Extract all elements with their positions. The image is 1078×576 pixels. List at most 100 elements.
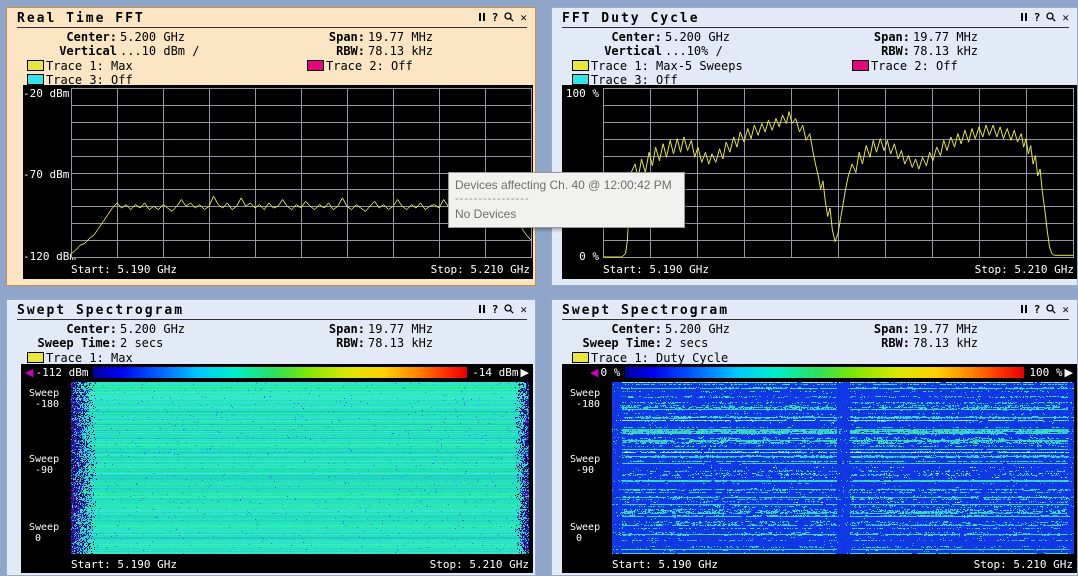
spectrogram-area: ◀ -112 dBm -14 dBm ▶ Sweep-180 Sweep-90 …: [21, 364, 533, 573]
y-axis-label-bottom: 0 %: [562, 250, 599, 263]
vertical-value: ...10 dBm /: [120, 44, 199, 58]
trace1-swatch[interactable]: [572, 352, 589, 363]
spectrogram-duty-canvas[interactable]: [612, 382, 1074, 554]
panel-titlebar[interactable]: Swept Spectrogram ? ✕: [562, 301, 1069, 320]
sweep-time-label: Sweep Time:: [15, 336, 117, 350]
trace2-swatch[interactable]: [852, 60, 869, 71]
sweep-label-top: Sweep-180: [29, 388, 59, 410]
center-label: Center:: [15, 30, 117, 44]
pause-button[interactable]: [1020, 305, 1028, 315]
span-value: 19.77 MHz: [913, 322, 978, 336]
rbw-value: 78.13 kHz: [913, 44, 978, 58]
vertical-label: Vertical: [15, 44, 117, 58]
spectrogram-power-canvas[interactable]: [71, 382, 529, 554]
zoom-icon[interactable]: [504, 304, 514, 316]
panel-title: Real Time FFT: [17, 11, 145, 26]
pause-button[interactable]: [478, 305, 486, 315]
sweep-label-middle: Sweep-90: [570, 454, 600, 476]
pause-button[interactable]: [478, 13, 486, 23]
help-button[interactable]: ?: [492, 305, 499, 315]
tooltip: Devices affecting Ch. 40 @ 12:00:42 PM -…: [448, 172, 685, 228]
x-axis-start-label: Start: 5.190 GHz: [603, 263, 709, 276]
x-axis-start-label: Start: 5.190 GHz: [71, 558, 177, 571]
help-button[interactable]: ?: [492, 13, 499, 23]
y-axis-label-top: 100 %: [562, 87, 599, 100]
panel-titlebar[interactable]: Swept Spectrogram ? ✕: [17, 301, 527, 320]
center-value: 5.200 GHz: [665, 30, 730, 44]
panel-real-time-fft: Real Time FFT ? ✕ Center: 5.200 GHz Span…: [6, 7, 536, 286]
rbw-label: RBW:: [265, 336, 365, 350]
zoom-icon[interactable]: [1046, 304, 1056, 316]
colorbar-max-label: -14 dBm: [472, 366, 518, 379]
colorbar-gradient: [93, 367, 467, 378]
vertical-value: ...10% /: [665, 44, 723, 58]
colorbar-min-handle-icon[interactable]: ◀: [25, 367, 33, 378]
span-label: Span:: [265, 322, 365, 336]
pause-button[interactable]: [1020, 13, 1028, 23]
trace3-swatch[interactable]: [27, 74, 44, 85]
rbw-value: 78.13 kHz: [368, 336, 433, 350]
colorbar-min-label: -112 dBm: [35, 366, 88, 379]
close-button[interactable]: ✕: [1062, 305, 1069, 315]
panel-titlebar[interactable]: Real Time FFT ? ✕: [17, 9, 527, 28]
trace1-swatch[interactable]: [27, 352, 44, 363]
panel-title: FFT Duty Cycle: [562, 11, 700, 26]
colorbar-min-handle-icon[interactable]: ◀: [590, 367, 598, 378]
zoom-icon[interactable]: [1046, 12, 1056, 24]
panel-title: Swept Spectrogram: [562, 303, 729, 318]
span-label: Span:: [810, 322, 910, 336]
close-button[interactable]: ✕: [520, 13, 527, 23]
center-label: Center:: [15, 322, 117, 336]
x-axis-stop-label: Stop: 5.210 GHz: [431, 263, 530, 276]
colorbar-max-handle-icon[interactable]: ▶: [521, 367, 529, 378]
span-value: 19.77 MHz: [368, 30, 433, 44]
sweep-time-label: Sweep Time:: [560, 336, 662, 350]
span-value: 19.77 MHz: [368, 322, 433, 336]
trace1-label: Trace 1: Max: [46, 351, 133, 365]
trace1-label: Trace 1: Max: [46, 59, 133, 73]
y-axis-label-bottom: -120 dBm: [23, 250, 67, 263]
close-button[interactable]: ✕: [1062, 13, 1069, 23]
y-axis-label-top: -20 dBm: [23, 87, 67, 100]
x-axis-stop-label: Stop: 5.210 GHz: [975, 263, 1074, 276]
close-button[interactable]: ✕: [520, 305, 527, 315]
zoom-icon[interactable]: [504, 12, 514, 24]
center-label: Center:: [560, 322, 662, 336]
sweep-label-top: Sweep-180: [570, 388, 600, 410]
spectrogram-area: ◀ 0 % 100 % ▶ Sweep-180 Sweep-90 Sweep0 …: [562, 364, 1077, 573]
trace2-swatch[interactable]: [307, 60, 324, 71]
panel-fft-duty-cycle: FFT Duty Cycle ? ✕ Center: 5.200 GHz Spa…: [551, 7, 1078, 286]
trace2-label: Trace 2: Off: [871, 59, 958, 73]
trace1-swatch[interactable]: [572, 60, 589, 71]
colorbar-gradient: [625, 367, 1024, 378]
colorbar-max-handle-icon[interactable]: ▶: [1065, 367, 1073, 378]
span-value: 19.77 MHz: [913, 30, 978, 44]
rbw-label: RBW:: [810, 44, 910, 58]
sweep-label-bottom: Sweep0: [29, 522, 59, 544]
rbw-value: 78.13 kHz: [368, 44, 433, 58]
x-axis-start-label: Start: 5.190 GHz: [612, 558, 718, 571]
y-axis-label-mid: -70 dBm: [23, 168, 67, 181]
panel-swept-spectrogram-power: Swept Spectrogram ? ✕ Center: 5.200 GHz …: [6, 299, 536, 576]
help-button[interactable]: ?: [1034, 13, 1041, 23]
tooltip-separator: ----------------: [455, 193, 678, 205]
span-label: Span:: [810, 30, 910, 44]
trace1-swatch[interactable]: [27, 60, 44, 71]
x-axis-stop-label: Stop: 5.210 GHz: [430, 558, 529, 571]
sweep-label-middle: Sweep-90: [29, 454, 59, 476]
panel-titlebar[interactable]: FFT Duty Cycle ? ✕: [562, 9, 1069, 28]
trace3-swatch[interactable]: [572, 74, 589, 85]
vertical-label: Vertical: [560, 44, 662, 58]
span-label: Span:: [265, 30, 365, 44]
tooltip-line1: Devices affecting Ch. 40 @ 12:00:42 PM: [455, 178, 678, 192]
sweep-time-value: 2 secs: [120, 336, 163, 350]
x-axis-start-label: Start: 5.190 GHz: [71, 263, 177, 276]
trace2-label: Trace 2: Off: [326, 59, 413, 73]
tooltip-line2: No Devices: [455, 207, 678, 221]
rbw-label: RBW:: [810, 336, 910, 350]
colorbar-min-label: 0 %: [600, 366, 620, 379]
help-button[interactable]: ?: [1034, 305, 1041, 315]
center-label: Center:: [560, 30, 662, 44]
trace1-label: Trace 1: Max-5 Sweeps: [591, 59, 743, 73]
center-value: 5.200 GHz: [665, 322, 730, 336]
